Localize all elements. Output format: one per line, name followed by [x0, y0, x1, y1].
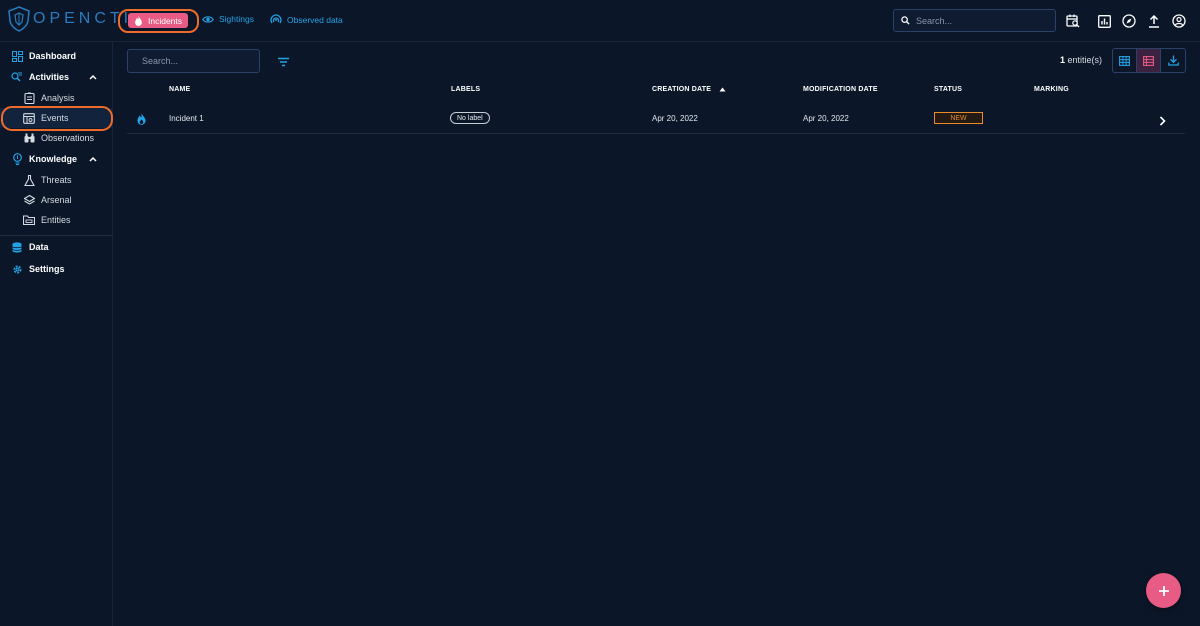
top-bar: OPENCTI Incidents Sightings Observed dat…	[0, 0, 1200, 42]
incidents-label: Incidents	[148, 15, 183, 26]
cell-modification-date: Apr 20, 2022	[803, 114, 849, 123]
settings-icon	[11, 263, 23, 275]
logo-text: OPENCTI	[33, 10, 133, 27]
list-search-input[interactable]	[142, 56, 259, 66]
sidebar-label: Arsenal	[41, 195, 72, 205]
observed-data-tab[interactable]: Observed data	[270, 14, 343, 25]
sidebar-label: Data	[29, 242, 49, 252]
chevron-right-icon[interactable]	[1159, 113, 1166, 131]
column-header-creation-date[interactable]: CREATION DATE	[652, 86, 726, 93]
opencti-logo[interactable]: OPENCTI	[8, 6, 132, 32]
activities-icon	[11, 71, 23, 83]
column-header-status[interactable]: STATUS	[934, 86, 962, 93]
sidebar-item-events[interactable]: Events	[0, 108, 113, 128]
wifi-tethering-icon	[270, 14, 282, 24]
table-row[interactable]: Incident 1 No label Apr 20, 2022 Apr 20,…	[127, 104, 1185, 134]
sidebar-item-analysis[interactable]: Analysis	[0, 88, 113, 108]
status-badge: NEW	[934, 112, 983, 124]
shield-logo-icon	[8, 6, 30, 32]
column-header-labels[interactable]: LABELS	[451, 86, 480, 93]
download-icon	[1167, 55, 1179, 66]
list-icon	[1143, 55, 1154, 66]
chevron-up-icon[interactable]	[89, 154, 97, 164]
analysis-icon	[23, 92, 35, 104]
grid-icon	[1119, 55, 1130, 66]
arsenal-icon	[23, 194, 35, 206]
entities-icon	[23, 214, 35, 226]
column-header-name[interactable]: NAME	[169, 86, 190, 93]
search-icon	[901, 16, 910, 25]
dashboard-icon	[11, 50, 23, 62]
sidebar-item-data[interactable]: Data	[0, 237, 113, 257]
sidebar-item-activities[interactable]: Activities	[0, 67, 113, 87]
sort-ascending-icon	[719, 87, 726, 92]
sidebar-item-observations[interactable]: Observations	[0, 128, 113, 148]
chevron-up-icon[interactable]	[89, 72, 97, 82]
label-chip: No label	[450, 112, 490, 124]
sightings-tab[interactable]: Sightings	[202, 14, 254, 24]
cell-creation-date: Apr 20, 2022	[652, 114, 698, 123]
column-header-label: CREATION DATE	[652, 86, 712, 93]
eye-icon	[202, 15, 214, 23]
sidebar-item-arsenal[interactable]: Arsenal	[0, 190, 113, 210]
sidebar-label: Analysis	[41, 93, 75, 103]
column-header-marking[interactable]: MARKING	[1034, 86, 1069, 93]
sightings-label: Sightings	[219, 14, 254, 24]
bulk-search-icon[interactable]	[1064, 12, 1082, 30]
sidebar-label: Activities	[29, 72, 70, 82]
events-icon	[23, 112, 35, 124]
data-icon	[11, 241, 23, 253]
incident-fire-icon	[137, 112, 146, 130]
sidebar-item-entities[interactable]: Entities	[0, 210, 113, 230]
incidents-tab[interactable]: Incidents	[128, 13, 189, 28]
sidebar-label: Threats	[41, 175, 72, 185]
column-header-modification-date[interactable]: MODIFICATION DATE	[803, 86, 878, 93]
sidebar: Dashboard Activities Analysis Events Obs…	[0, 42, 113, 626]
threats-icon	[23, 174, 35, 186]
sidebar-label: Settings	[29, 264, 65, 274]
grid-view-button[interactable]	[1113, 49, 1137, 72]
sidebar-divider	[0, 235, 113, 236]
sidebar-item-settings[interactable]: Settings	[0, 259, 113, 279]
view-toggle-group	[1112, 48, 1186, 73]
sidebar-label: Entities	[41, 215, 71, 225]
cell-name: Incident 1	[169, 114, 204, 123]
top-search-box[interactable]	[893, 9, 1056, 32]
sidebar-label: Observations	[41, 133, 95, 143]
explore-icon[interactable]	[1120, 12, 1138, 30]
create-incident-button[interactable]	[1146, 573, 1181, 608]
sidebar-item-threats[interactable]: Threats	[0, 170, 113, 190]
filter-icon[interactable]	[277, 54, 290, 72]
account-icon[interactable]	[1170, 12, 1188, 30]
knowledge-icon	[11, 153, 23, 165]
list-search-box[interactable]	[127, 49, 260, 73]
binoculars-icon	[23, 132, 35, 144]
entity-count: 1 entitie(s)	[1060, 55, 1102, 65]
sidebar-label: Events	[41, 113, 69, 123]
export-button[interactable]	[1161, 49, 1185, 72]
plus-icon	[1158, 585, 1169, 596]
entity-count-suffix: entitie(s)	[1065, 55, 1103, 65]
fire-icon	[135, 15, 142, 26]
top-search-input[interactable]	[916, 15, 1036, 26]
upload-icon[interactable]	[1145, 12, 1163, 30]
sidebar-label: Dashboard	[29, 51, 77, 61]
sidebar-item-knowledge[interactable]: Knowledge	[0, 149, 113, 169]
observed-data-label: Observed data	[287, 14, 343, 25]
dashboard-chart-icon[interactable]	[1095, 12, 1113, 30]
list-view-button[interactable]	[1137, 49, 1161, 72]
sidebar-label: Knowledge	[29, 154, 78, 164]
sidebar-item-dashboard[interactable]: Dashboard	[0, 46, 113, 66]
